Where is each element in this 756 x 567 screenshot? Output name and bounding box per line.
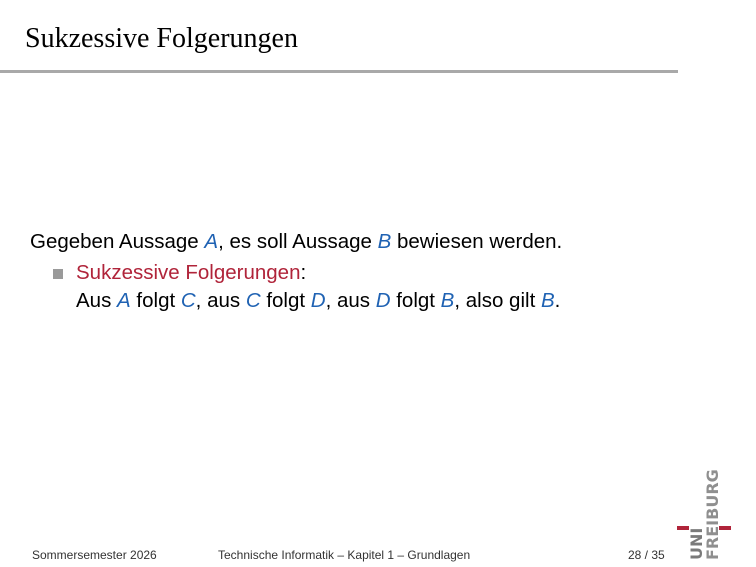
university-logo: UNI FREIBURG [677, 469, 737, 560]
intro-text: Gegeben Aussage A, es soll Aussage B bew… [30, 228, 562, 256]
variable: A [117, 289, 131, 312]
colon: : [300, 261, 307, 284]
text-part: , aus [325, 289, 376, 312]
text-part: , also gilt [454, 289, 541, 312]
variable: B [540, 289, 555, 312]
bullet-square-icon [53, 269, 63, 279]
text-part: folgt [260, 289, 311, 312]
slide: Sukzessive Folgerungen Gegeben Aussage A… [0, 0, 756, 567]
footer-course: Technische Informatik – Kapitel 1 – Grun… [218, 548, 471, 562]
variable-b: B [377, 230, 392, 253]
list-item-heading: Sukzessive Folgerungen: [76, 259, 306, 287]
intro-text-part: , es soll Aussage [218, 230, 378, 253]
variable: D [310, 289, 326, 312]
variable: D [375, 289, 391, 312]
footer-semester: Sommersemester 2026 [32, 548, 157, 562]
text-part: folgt [390, 289, 441, 312]
variable: B [440, 289, 455, 312]
term-highlight: Sukzessive Folgerungen [76, 261, 301, 284]
text-part: Aus [76, 289, 118, 312]
slide-title: Sukzessive Folgerungen [25, 23, 298, 54]
variable: C [180, 289, 196, 312]
list-item-text: Aus A folgt C, aus C folgt D, aus D folg… [76, 287, 560, 315]
text-part: folgt [130, 289, 181, 312]
intro-text-part: Gegeben Aussage [30, 230, 205, 253]
logo-freiburg-text: FREIBURG [703, 469, 722, 560]
variable-a: A [204, 230, 219, 253]
text-part: . [554, 289, 561, 312]
title-divider [0, 70, 678, 73]
variable: C [245, 289, 261, 312]
logo-uni-text: UNI [687, 527, 706, 560]
text-part: , aus [195, 289, 246, 312]
intro-text-part: bewiesen werden. [391, 230, 563, 253]
footer-page-number: 28 / 35 [628, 548, 665, 562]
